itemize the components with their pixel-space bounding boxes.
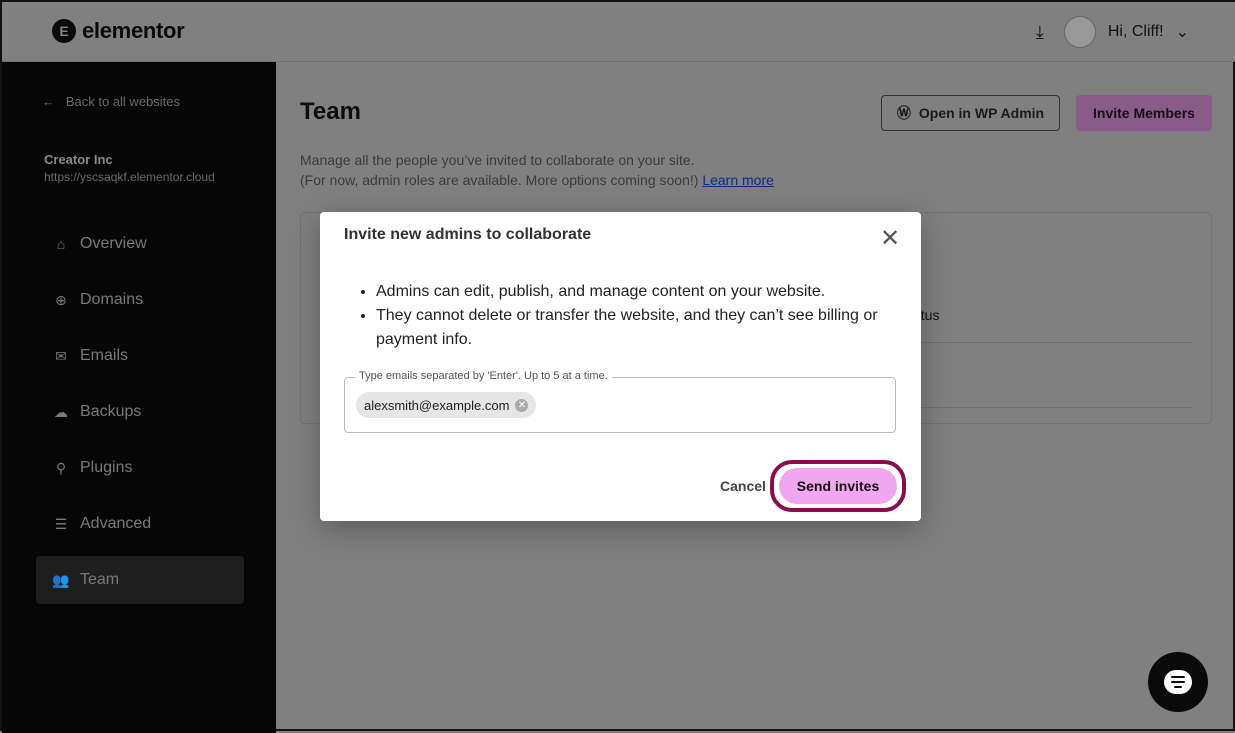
sidebar-item-label: Advanced bbox=[80, 515, 152, 532]
description-line-1: Manage all the people you’ve invited to … bbox=[300, 152, 695, 168]
highlight-ring: Send invites bbox=[770, 460, 906, 512]
sidebar-item-label: Plugins bbox=[80, 459, 133, 476]
overview-icon: ⌂ bbox=[56, 236, 66, 252]
open-wp-admin-label: Open in WP Admin bbox=[918, 105, 1045, 121]
page-description: Manage all the people you’ve invited to … bbox=[300, 150, 774, 190]
modal-bullets: Admins can edit, publish, and manage con… bbox=[376, 280, 896, 352]
sidebar-item-label: Team bbox=[80, 571, 120, 588]
page-title: Team bbox=[300, 98, 361, 125]
top-header: E elementor ⤓ Hi, Cliff! ⌄ bbox=[2, 2, 1235, 62]
close-icon[interactable]: ✕ bbox=[880, 224, 900, 253]
sidebar-item-domains[interactable]: ⊕ Domains bbox=[36, 276, 244, 324]
sidebar-item-label: Overview bbox=[80, 235, 147, 252]
sidebar-item-overview[interactable]: ⌂ Overview bbox=[36, 220, 244, 268]
site-url: https://yscsaqkf.elementor.cloud bbox=[44, 170, 215, 184]
sidebar-item-advanced[interactable]: ☰ Advanced bbox=[36, 500, 244, 548]
sidebar-item-label: Emails bbox=[80, 347, 129, 364]
bullet-item: Admins can edit, publish, and manage con… bbox=[376, 280, 896, 304]
sidebar-item-team[interactable]: 👥 Team bbox=[36, 556, 244, 604]
modal-title: Invite new admins to collaborate bbox=[344, 226, 592, 243]
open-wp-admin-button[interactable]: Ⓦ Open in WP Admin bbox=[881, 95, 1060, 131]
back-link[interactable]: ← Back to all websites bbox=[42, 94, 180, 109]
email-input[interactable]: Type emails separated by 'Enter'. Up to … bbox=[344, 370, 896, 433]
sidebar-item-label: Backups bbox=[80, 403, 142, 420]
wordpress-icon: Ⓦ bbox=[896, 105, 911, 121]
invite-members-button[interactable]: Invite Members bbox=[1076, 95, 1212, 131]
download-icon[interactable]: ⤓ bbox=[1036, 22, 1044, 43]
email-chip-label: alexsmith@example.com bbox=[364, 397, 510, 413]
brand-name: elementor bbox=[82, 18, 185, 43]
cancel-button[interactable]: Cancel bbox=[720, 478, 766, 494]
remove-chip-icon[interactable]: ✕ bbox=[515, 398, 529, 412]
sidebar-nav: ⌂ Overview ⊕ Domains ✉ Emails ☁ Backups ⚲ Plugins… bbox=[36, 220, 244, 612]
site-name: Creator Inc bbox=[44, 152, 113, 167]
learn-more-link[interactable]: Learn more bbox=[702, 172, 774, 188]
elementor-logo-icon: E bbox=[52, 19, 76, 43]
sidebar-item-emails[interactable]: ✉ Emails bbox=[36, 332, 244, 380]
backups-icon: ☁ bbox=[54, 403, 68, 420]
emails-icon: ✉ bbox=[55, 347, 67, 364]
bullet-item: They cannot delete or transfer the websi… bbox=[376, 304, 896, 352]
chevron-down-icon[interactable]: ⌄ bbox=[1176, 22, 1189, 42]
invite-modal: Invite new admins to collaborate ✕ Admin… bbox=[320, 212, 921, 521]
user-greeting[interactable]: Hi, Cliff! bbox=[1108, 23, 1164, 41]
chat-icon bbox=[1164, 670, 1192, 694]
description-line-2: (For now, admin roles are available. Mor… bbox=[300, 172, 699, 188]
email-chip: alexsmith@example.com ✕ bbox=[356, 392, 537, 418]
chat-button[interactable] bbox=[1148, 652, 1208, 712]
sidebar-item-plugins[interactable]: ⚲ Plugins bbox=[36, 444, 244, 492]
sidebar-item-backups[interactable]: ☁ Backups bbox=[36, 388, 244, 436]
back-label: Back to all websites bbox=[65, 94, 181, 109]
sidebar-item-label: Domains bbox=[80, 291, 144, 308]
domains-icon: ⊕ bbox=[55, 291, 67, 308]
plugins-icon: ⚲ bbox=[55, 459, 67, 476]
elementor-logo[interactable]: E elementor bbox=[52, 18, 185, 44]
avatar[interactable] bbox=[1063, 16, 1096, 48]
arrow-left-icon: ← bbox=[42, 94, 55, 109]
send-invites-button[interactable]: Send invites bbox=[779, 468, 897, 504]
email-field-label: Type emails separated by 'Enter'. Up to … bbox=[355, 370, 612, 382]
team-icon: 👥 bbox=[52, 571, 70, 588]
sidebar: ← Back to all websites Creator Inc https… bbox=[2, 62, 276, 733]
advanced-icon: ☰ bbox=[54, 515, 68, 532]
